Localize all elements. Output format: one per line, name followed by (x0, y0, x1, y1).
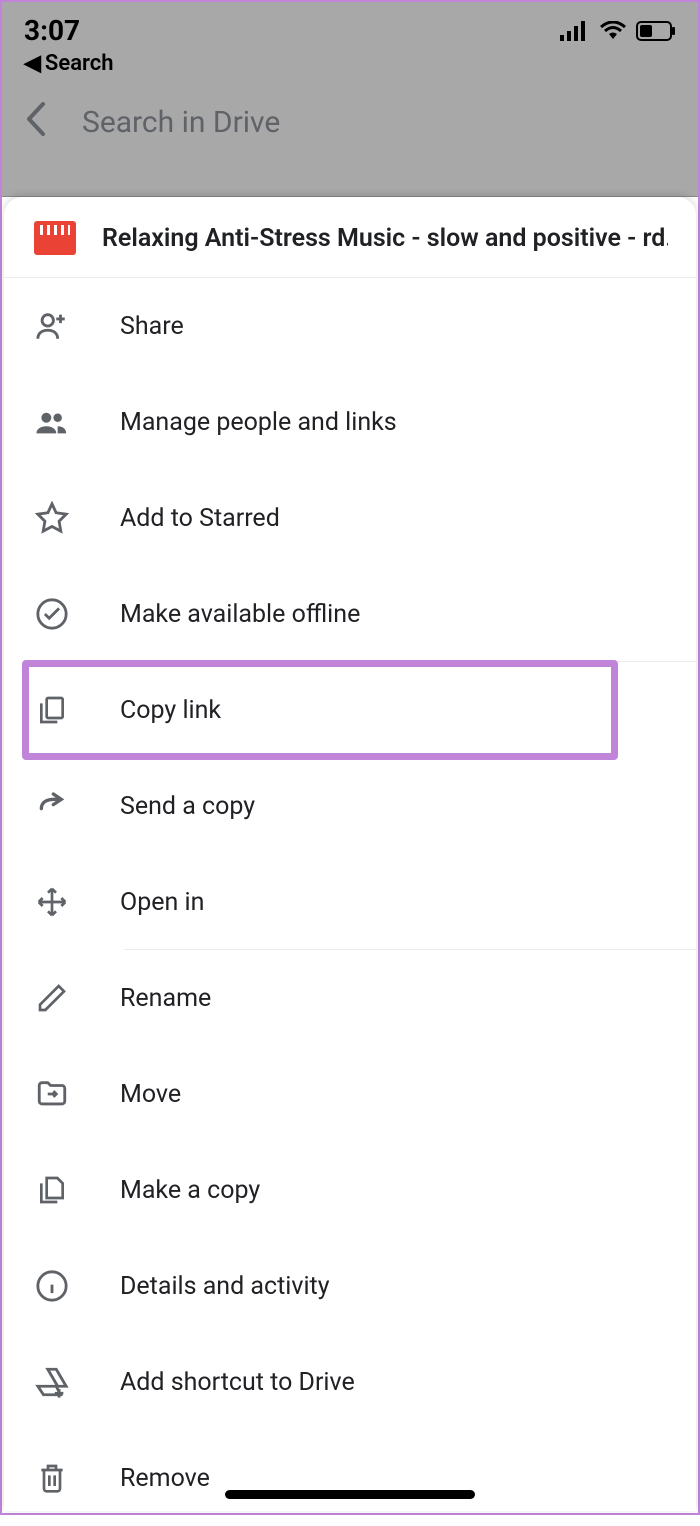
details-label: Details and activity (120, 1272, 330, 1301)
manage-people-label: Manage people and links (120, 408, 397, 437)
info-icon (34, 1268, 70, 1304)
make-copy-label: Make a copy (120, 1176, 260, 1205)
pencil-icon (34, 980, 70, 1016)
move-arrows-icon (34, 884, 70, 920)
move-item[interactable]: Move (4, 1046, 696, 1142)
copy-link-label: Copy link (120, 696, 221, 725)
details-item[interactable]: Details and activity (4, 1238, 696, 1334)
status-time: 3:07 (24, 14, 80, 47)
search-placeholder[interactable]: Search in Drive (82, 105, 280, 140)
check-circle-icon (34, 596, 70, 632)
star-icon (34, 500, 70, 536)
copy-icon (34, 692, 70, 728)
share-label: Share (120, 312, 184, 341)
starred-label: Add to Starred (120, 504, 280, 533)
starred-item[interactable]: Add to Starred (4, 470, 696, 566)
file-header: Relaxing Anti-Stress Music - slow and po… (4, 213, 696, 278)
person-add-icon (34, 308, 70, 344)
home-indicator[interactable] (225, 1490, 475, 1499)
back-chevron-icon: ◀ (24, 51, 41, 76)
make-copy-item[interactable]: Make a copy (4, 1142, 696, 1238)
offline-item[interactable]: Make available offline (4, 566, 696, 662)
move-label: Move (120, 1080, 181, 1109)
offline-label: Make available offline (120, 600, 360, 629)
file-title: Relaxing Anti-Stress Music - slow and po… (102, 224, 668, 253)
copy-link-item[interactable]: Copy link (4, 662, 696, 758)
breadcrumb-label: Search (45, 51, 114, 76)
drive-add-icon (34, 1364, 70, 1400)
share-item[interactable]: Share (4, 278, 696, 374)
remove-item[interactable]: Remove (4, 1430, 696, 1526)
action-sheet: Relaxing Anti-Stress Music - slow and po… (4, 197, 696, 1511)
back-button[interactable] (26, 102, 46, 142)
trash-icon (34, 1460, 70, 1496)
status-indicators (560, 21, 676, 41)
wifi-icon (600, 21, 626, 41)
app-header: Search in Drive (2, 76, 698, 166)
folder-move-icon (34, 1076, 70, 1112)
open-in-label: Open in (120, 888, 204, 917)
menu-list: Share Manage people and links Add to Sta… (4, 278, 696, 1526)
people-icon (34, 404, 70, 440)
signal-icon (560, 21, 590, 41)
status-bar: 3:07 (2, 2, 698, 51)
open-in-item[interactable]: Open in (4, 854, 696, 950)
rename-item[interactable]: Rename (4, 950, 696, 1046)
add-shortcut-item[interactable]: Add shortcut to Drive (4, 1334, 696, 1430)
video-file-icon (34, 221, 76, 255)
battery-icon (636, 21, 676, 41)
add-shortcut-label: Add shortcut to Drive (120, 1368, 355, 1397)
manage-people-item[interactable]: Manage people and links (4, 374, 696, 470)
send-copy-label: Send a copy (120, 792, 255, 821)
rename-label: Rename (120, 984, 211, 1013)
remove-label: Remove (120, 1464, 210, 1493)
background-dim: 3:07 ◀ Search Sea (2, 2, 698, 197)
breadcrumb-back[interactable]: ◀ Search (2, 51, 698, 76)
arrow-forward-icon (34, 788, 70, 824)
file-copy-icon (34, 1172, 70, 1208)
send-copy-item[interactable]: Send a copy (4, 758, 696, 854)
